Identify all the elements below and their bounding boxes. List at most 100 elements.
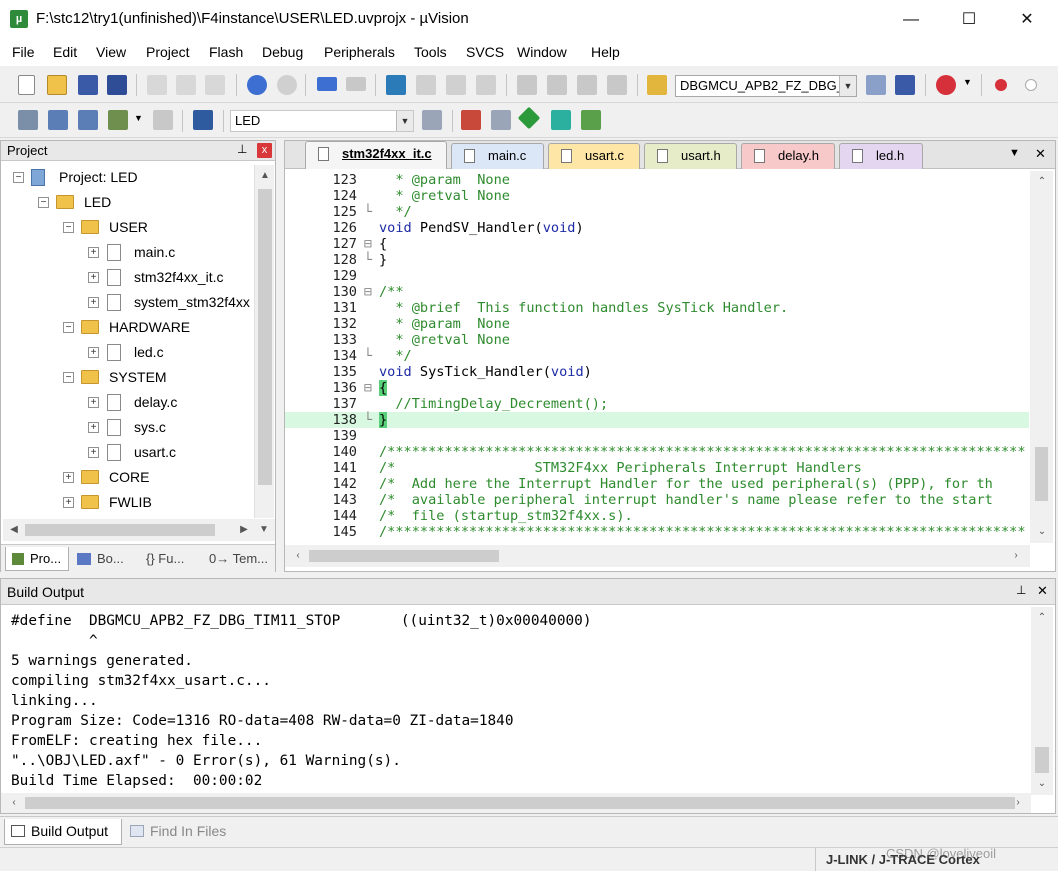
select-packs-icon[interactable] [581,110,601,130]
minimize-button[interactable]: — [882,0,940,40]
tree-item-file[interactable]: + sys.c [1,415,253,440]
collapse-icon[interactable]: − [63,372,74,383]
expand-icon[interactable]: + [63,472,74,483]
scroll-up-icon[interactable]: ▲ [256,167,274,185]
menu-file[interactable]: File [12,44,35,60]
scroll-thumb[interactable] [309,550,499,562]
clear-bookmarks-icon[interactable] [476,75,496,95]
menu-svcs[interactable]: SVCS [466,44,504,60]
tree-item-group[interactable]: − SYSTEM [1,365,253,390]
find-combo[interactable]: DBGMCU_APB2_FZ_DBG_ ▼ [675,75,857,97]
expand-icon[interactable]: + [63,497,74,508]
code-line[interactable]: 140 /************************************… [285,444,1029,460]
tab-project[interactable]: Pro... [5,547,69,571]
tab-functions[interactable]: {} Fu... [142,547,202,571]
fold-marker-icon[interactable]: ⊟ [362,284,374,300]
paste-icon[interactable] [205,75,225,95]
cut-icon[interactable] [147,75,167,95]
scroll-left-icon[interactable]: ‹ [5,794,23,812]
project-vertical-scrollbar[interactable]: ▲ [254,165,274,518]
tree-item-group[interactable]: + FWLIB [1,490,253,515]
tree-item-target[interactable]: − LED [1,190,253,215]
pin-icon[interactable]: ⊥ [1016,583,1026,597]
tree-item-file[interactable]: + usart.c [1,440,253,465]
new-file-icon[interactable] [18,75,35,95]
translate-icon[interactable] [18,110,38,130]
tree-item-project[interactable]: − Project: LED [1,165,253,190]
code-line[interactable]: 127 ⊟ { [285,236,1029,252]
scroll-thumb[interactable] [25,524,215,536]
tree-item-file[interactable]: + led.c [1,340,253,365]
close-panel-icon[interactable]: x [257,143,272,158]
chevron-down-icon[interactable]: ▼ [839,76,856,96]
find-icon[interactable] [866,75,886,95]
collapse-icon[interactable]: − [63,322,74,333]
menu-flash[interactable]: Flash [209,44,243,60]
debug-session-icon[interactable] [936,75,956,95]
scroll-down-icon[interactable]: ⌄ [1033,775,1051,793]
breakpoint-icon[interactable] [995,79,1007,91]
file-extensions-icon[interactable] [491,110,511,130]
close-button[interactable]: ✕ [998,0,1056,40]
code-line[interactable]: 145 /************************************… [285,524,1029,540]
download-load-icon[interactable] [193,110,213,130]
close-tab-icon[interactable]: ✕ [1035,146,1046,162]
scroll-thumb[interactable] [1035,747,1049,773]
fold-marker-icon[interactable]: └ [362,348,374,364]
fold-marker-icon[interactable]: ⊟ [362,236,374,252]
code-line[interactable]: 129 [285,268,1029,284]
fold-marker-icon[interactable]: ⊟ [362,380,374,396]
code-line[interactable]: 126 void PendSV_Handler(void) [285,220,1029,236]
code-line[interactable]: 130 ⊟ /** [285,284,1029,300]
manage-components-icon[interactable] [461,110,481,130]
scroll-down-icon[interactable]: ⌄ [1033,523,1051,541]
tree-item-file[interactable]: + main.c [1,240,253,265]
maximize-button[interactable]: ☐ [940,0,998,40]
prev-bookmark-icon[interactable] [416,75,436,95]
tab-templates[interactable]: 0→ Tem... [207,547,273,571]
next-bookmark-icon[interactable] [446,75,466,95]
code-line[interactable]: 141 /* STM32F4xx Peripherals Interrupt Ha… [285,460,1029,476]
expand-icon[interactable]: + [88,347,99,358]
expand-icon[interactable]: + [88,297,99,308]
tab-main-c[interactable]: main.c [451,143,544,169]
code-editor[interactable]: 123 * @param None 124 * @retval None 125 └ … [285,171,1055,541]
tab-list-icon[interactable]: ▼ [1009,147,1020,159]
scroll-right-icon[interactable]: › [1009,794,1027,812]
code-line[interactable]: 142 /* Add here the Interrupt Handler for… [285,476,1029,492]
tab-find-in-files[interactable]: Find In Files [126,819,236,845]
code-line[interactable]: 133 * @retval None [285,332,1029,348]
fold-marker-icon[interactable]: └ [362,252,374,268]
code-line[interactable]: 143 /* available peripheral interrupt han… [285,492,1029,508]
fold-marker-icon[interactable]: └ [362,412,374,428]
scroll-left-icon[interactable]: ◀ [5,521,23,539]
code-line[interactable]: 137 //TimingDelay_Decrement(); [285,396,1029,412]
tree-item-group[interactable]: − USER [1,215,253,240]
collapse-icon[interactable]: − [63,222,74,233]
copy-icon[interactable] [176,75,196,95]
disable-breakpoint-icon[interactable] [1025,79,1037,91]
expand-icon[interactable]: + [88,422,99,433]
menu-window[interactable]: Window [517,44,567,60]
expand-icon[interactable]: + [88,272,99,283]
options-for-target-icon[interactable] [422,110,442,130]
scroll-thumb[interactable] [25,797,1015,809]
scroll-left-icon[interactable]: ‹ [289,547,307,565]
code-line[interactable]: 125 └ */ [285,204,1029,220]
chevron-down-icon[interactable]: ▼ [396,111,413,131]
scroll-thumb[interactable] [258,189,272,485]
tab-usart-c[interactable]: usart.c [548,143,640,169]
fold-marker-icon[interactable]: └ [362,204,374,220]
scroll-thumb[interactable] [1035,447,1048,501]
menu-help[interactable]: Help [591,44,620,60]
code-line[interactable]: 144 /* file (startup_stm32f4xx.s). [285,508,1029,524]
tree-item-group[interactable]: − HARDWARE [1,315,253,340]
close-panel-icon[interactable]: ✕ [1037,583,1048,599]
build-horizontal-scrollbar[interactable]: ‹ › [1,793,1031,813]
expand-icon[interactable]: + [88,397,99,408]
scroll-up-icon[interactable]: ⌃ [1033,609,1051,627]
code-line[interactable]: 135 void SysTick_Handler(void) [285,364,1029,380]
chevron-down-icon[interactable]: ▼ [134,113,143,123]
undo-icon[interactable] [247,75,267,95]
code-line[interactable]: 139 [285,428,1029,444]
